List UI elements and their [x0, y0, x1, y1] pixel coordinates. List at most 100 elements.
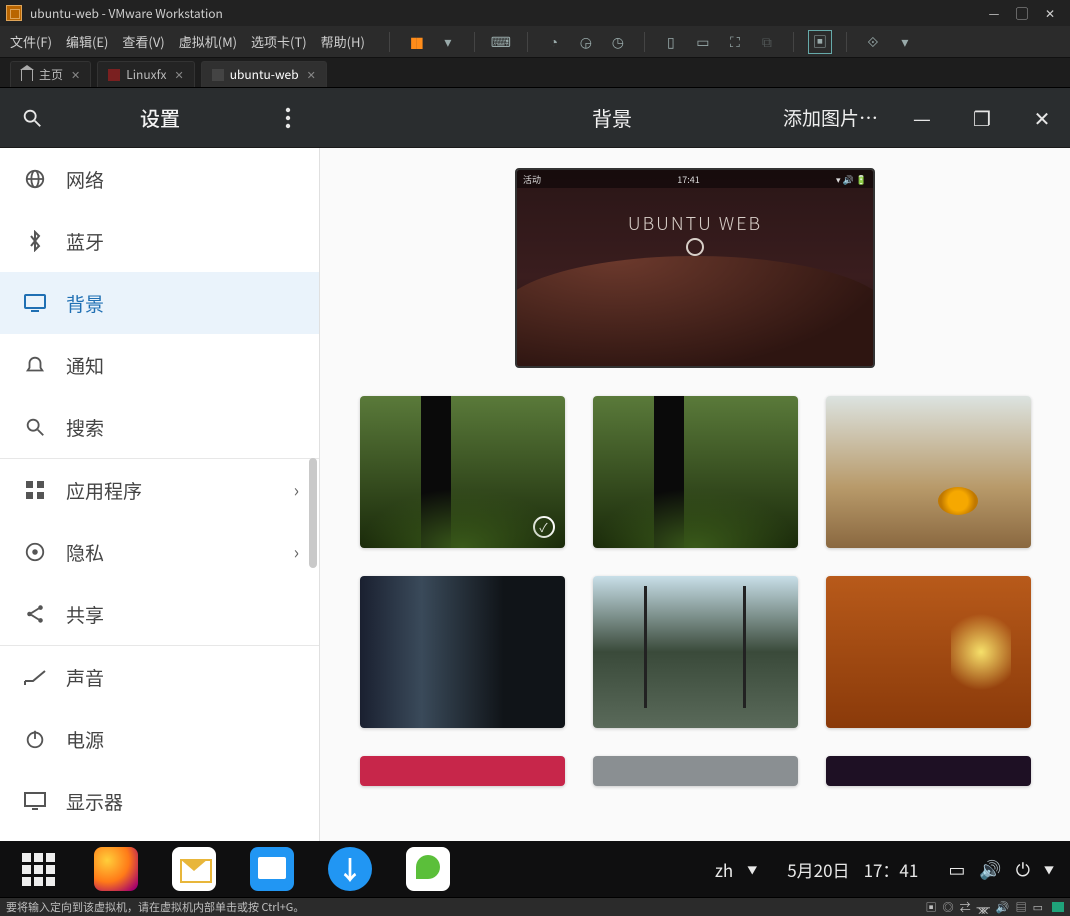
- search-button[interactable]: [16, 102, 48, 134]
- window-maximize-button[interactable]: ▢: [1008, 5, 1036, 22]
- sidebar-item-search[interactable]: 搜索: [0, 396, 319, 458]
- sidebar-item-sound[interactable]: 声音: [0, 646, 319, 708]
- network-icon[interactable]: ▭: [948, 856, 965, 882]
- settings-sidebar: 网络蓝牙背景通知搜索应用程序› 隐私 › 共享声音电源显示器: [0, 148, 320, 841]
- mail-launcher[interactable]: [172, 847, 216, 891]
- device-display-icon[interactable]: ▭: [1033, 899, 1043, 915]
- window-minimize-button[interactable]: —: [906, 102, 938, 134]
- firefox-launcher[interactable]: [94, 847, 138, 891]
- view-split-button[interactable]: ▭: [691, 30, 715, 54]
- sidebar-item-privacy[interactable]: 隐私 ›: [0, 521, 319, 583]
- device-printer-icon[interactable]: ▤: [1016, 899, 1027, 915]
- wallpaper-image: [517, 170, 873, 366]
- sidebar-item-label: 蓝牙: [66, 228, 104, 255]
- kebab-icon: [285, 107, 291, 129]
- wallpaper-thumbnail[interactable]: [593, 396, 798, 548]
- vmware-tab-bar: 主页 ✕ Linuxfx ✕ ubuntu-web ✕: [0, 58, 1070, 88]
- wallpaper-thumbnail[interactable]: [593, 756, 798, 786]
- wallpaper-thumbnail[interactable]: [360, 756, 565, 786]
- volume-icon[interactable]: 🔊: [979, 856, 1001, 882]
- sidebar-item-power[interactable]: 电源: [0, 708, 319, 770]
- device-usb-icon[interactable]: ᚘ: [977, 899, 990, 915]
- device-cd-icon[interactable]: ◎: [943, 899, 954, 915]
- wallpaper-thumbnail[interactable]: [360, 576, 565, 728]
- console-button[interactable]: ▣: [808, 30, 832, 54]
- sidebar-item-label: 共享: [66, 601, 104, 628]
- monitor-icon: [22, 788, 48, 814]
- wallpaper-thumbnail[interactable]: [593, 576, 798, 728]
- chevron-right-icon: ›: [294, 539, 299, 565]
- settings-content[interactable]: 活动 17:41 ▾ 🔊 🔋 UBUNTU WEB ✓: [320, 148, 1070, 841]
- view-fullscreen-button[interactable]: ⛶: [723, 30, 747, 54]
- wallpaper-topbar-time: 17:41: [677, 173, 699, 186]
- view-single-button[interactable]: ▯: [659, 30, 683, 54]
- bt-icon: [22, 228, 48, 254]
- window-minimize-button[interactable]: —: [980, 5, 1008, 22]
- vm-power-dropdown[interactable]: ▾: [436, 30, 460, 54]
- menu-view[interactable]: 查看(V): [122, 32, 164, 51]
- guest-display[interactable]: 设置 背景 添加图片… — ❐ ✕ 网络蓝牙背景通知搜索应用程序›隐私›共享声音…: [0, 88, 1070, 898]
- menu-button[interactable]: [272, 102, 304, 134]
- sidebar-item-bt[interactable]: 蓝牙: [0, 210, 319, 272]
- vmware-status-bar: 要将输入定向到该虚拟机，请在虚拟机内部单击或按 Ctrl+G。 ▣ ◎ ⇄ ᚘ …: [0, 898, 1070, 916]
- menu-file[interactable]: 文件(F): [10, 32, 52, 51]
- menu-edit[interactable]: 编辑(E): [66, 32, 108, 51]
- menu-help[interactable]: 帮助(H): [321, 32, 365, 51]
- sidebar-scrollbar[interactable]: [309, 458, 317, 568]
- stretch-dropdown[interactable]: ▾: [893, 30, 917, 54]
- device-hdd-icon[interactable]: ▣: [926, 899, 937, 915]
- vmware-tab-linuxfx[interactable]: Linuxfx ✕: [97, 61, 194, 87]
- vmware-tab-ubuntu-web[interactable]: ubuntu-web ✕: [201, 61, 327, 87]
- stretch-button[interactable]: ⟐: [861, 30, 885, 54]
- apps-icon: [22, 477, 48, 503]
- close-icon[interactable]: ✕: [174, 67, 183, 83]
- web-apps-launcher[interactable]: [406, 847, 450, 891]
- sidebar-item-bell[interactable]: 通知: [0, 334, 319, 396]
- clock[interactable]: 5月20日 17：41: [787, 857, 918, 882]
- vm-pause-button[interactable]: ▮▮: [404, 30, 428, 54]
- privacy-icon: [22, 539, 48, 565]
- vmware-tab-home[interactable]: 主页 ✕: [10, 61, 91, 87]
- chevron-down-icon[interactable]: ▼: [1044, 862, 1054, 877]
- menu-tabs[interactable]: 选项卡(T): [251, 32, 307, 51]
- input-method-indicator[interactable]: zh ▼: [715, 857, 757, 882]
- close-icon[interactable]: ✕: [307, 67, 316, 83]
- wallpaper-thumbnail[interactable]: [826, 576, 1031, 728]
- current-wallpaper-preview: 活动 17:41 ▾ 🔊 🔋 UBUNTU WEB: [515, 168, 875, 368]
- window-maximize-button[interactable]: ❐: [966, 102, 998, 134]
- sidebar-item-label: 电源: [66, 726, 104, 753]
- display-icon: [22, 290, 48, 316]
- power-icon[interactable]: ⏻: [1016, 856, 1030, 882]
- vmware-window-title: ubuntu-web - VMware Workstation: [30, 5, 223, 22]
- view-unity-button[interactable]: ⧉: [755, 30, 779, 54]
- sidebar-item-label: 背景: [66, 290, 104, 317]
- sidebar-item-monitor[interactable]: 显示器: [0, 770, 319, 832]
- close-icon[interactable]: ✕: [71, 67, 80, 83]
- vmware-title-bar: ubuntu-web - VMware Workstation — ▢ ✕: [0, 0, 1070, 26]
- snapshot-manager-button[interactable]: ◷: [606, 30, 630, 54]
- snapshot-revert-button[interactable]: ◶: [574, 30, 598, 54]
- window-close-button[interactable]: ✕: [1036, 5, 1064, 22]
- menu-vm[interactable]: 虚拟机(M): [179, 32, 237, 51]
- sidebar-item-label: 隐私: [66, 539, 104, 566]
- share-icon: [22, 601, 48, 627]
- snapshot-take-button[interactable]: ◔: [542, 30, 566, 54]
- sidebar-item-apps[interactable]: 应用程序›: [0, 459, 319, 521]
- sidebar-item-share[interactable]: 共享: [0, 583, 319, 645]
- device-sound-icon[interactable]: 🔊: [996, 899, 1010, 915]
- downloads-launcher[interactable]: [328, 847, 372, 891]
- settings-body: 网络蓝牙背景通知搜索应用程序› 隐私 › 共享声音电源显示器 活动 17:41 ▾ 🔊…: [0, 148, 1070, 841]
- add-picture-button[interactable]: 添加图片…: [783, 104, 878, 131]
- wallpaper-thumbnail[interactable]: [826, 396, 1031, 548]
- files-launcher[interactable]: [250, 847, 294, 891]
- app-grid-button[interactable]: [16, 847, 60, 891]
- sidebar-item-display[interactable]: 背景: [0, 272, 319, 334]
- sidebar-item-globe[interactable]: 网络: [0, 148, 319, 210]
- wallpaper-thumbnail[interactable]: [826, 756, 1031, 786]
- vm-send-keys-button[interactable]: ⌨: [489, 30, 513, 54]
- wallpaper-thumbnail[interactable]: ✓: [360, 396, 565, 548]
- message-log-button[interactable]: [1052, 902, 1064, 912]
- device-net-icon[interactable]: ⇄: [960, 899, 971, 915]
- window-close-button[interactable]: ✕: [1026, 102, 1058, 134]
- wallpaper-title: UBUNTU WEB: [517, 210, 873, 236]
